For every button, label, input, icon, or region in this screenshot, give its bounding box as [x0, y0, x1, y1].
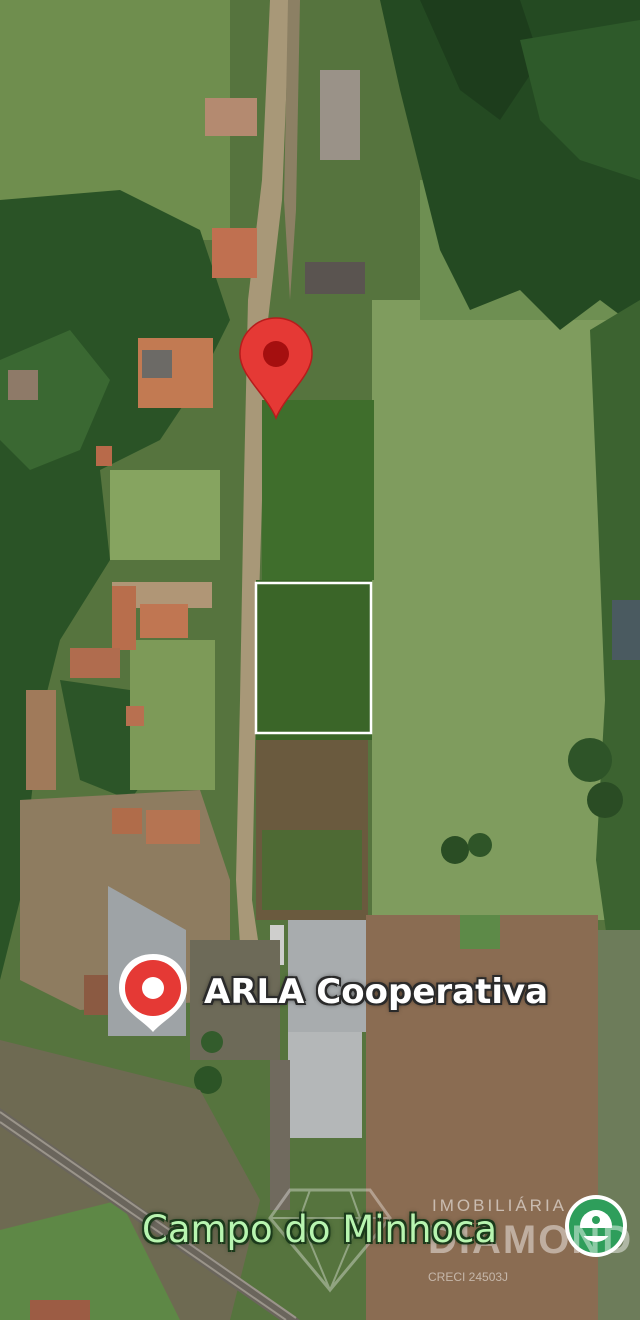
house-1 [205, 98, 257, 136]
poi-label[interactable]: ARLA Cooperativa [204, 972, 548, 1012]
satellite-map[interactable]: ARLA Cooperativa IMOBILIÁRIA DIAMOND CRE… [0, 0, 640, 1320]
warehouse-right-2 [288, 1032, 362, 1138]
house-2 [212, 228, 257, 278]
house-3 [305, 262, 365, 294]
place-label[interactable]: Campo do Minhoca [142, 1208, 497, 1251]
watermark-creci: CRECI 24503J [428, 1270, 509, 1284]
lot-strip-upper [262, 400, 374, 580]
satellite-imagery [0, 0, 640, 1320]
right-meadow [372, 300, 612, 920]
lot-strip-middle [256, 580, 372, 740]
